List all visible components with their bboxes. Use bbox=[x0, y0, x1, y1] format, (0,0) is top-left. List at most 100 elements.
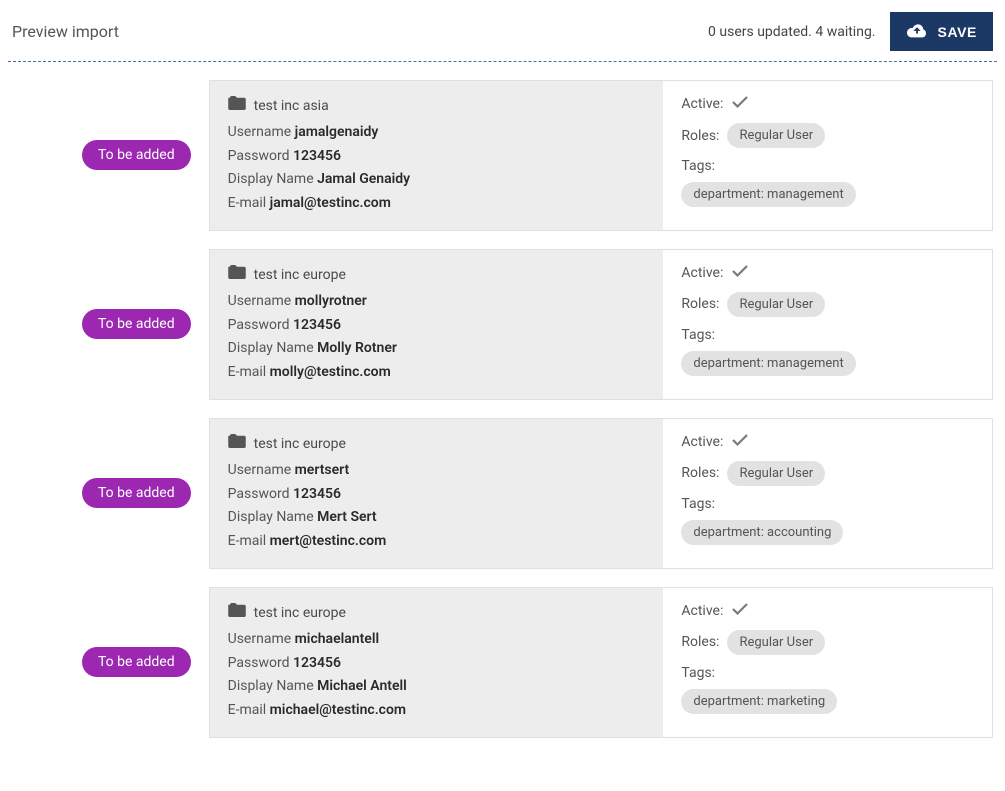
active-label: Active: bbox=[681, 603, 723, 619]
tags-label: Tags: bbox=[681, 496, 974, 512]
card-left: test inc asia Username jamalgenaidy Pass… bbox=[210, 81, 664, 230]
user-row: To be added test inc asia Username jamal… bbox=[12, 80, 993, 231]
password-value: 123456 bbox=[293, 486, 341, 502]
role-pill: Regular User bbox=[727, 292, 825, 317]
password-label: Password bbox=[228, 148, 290, 164]
org-name: test inc asia bbox=[254, 95, 329, 119]
save-button[interactable]: SAVE bbox=[890, 12, 994, 51]
displayname-value: Michael Antell bbox=[317, 678, 407, 694]
active-line: Active: bbox=[681, 95, 974, 113]
displayname-value: Molly Rotner bbox=[317, 340, 397, 356]
username-line: Username jamalgenaidy bbox=[228, 121, 646, 145]
displayname-value: Mert Sert bbox=[317, 509, 377, 525]
org-line: test inc europe bbox=[228, 264, 646, 288]
user-list: To be added test inc asia Username jamal… bbox=[8, 80, 997, 738]
card-right: Active: Roles: Regular User Tags: depart… bbox=[663, 588, 992, 737]
divider bbox=[8, 61, 997, 62]
email-line: E-mail molly@testinc.com bbox=[228, 361, 646, 385]
displayname-line: Display Name Mert Sert bbox=[228, 506, 646, 530]
active-line: Active: bbox=[681, 433, 974, 451]
role-pill: Regular User bbox=[727, 630, 825, 655]
card-left: test inc europe Username mollyrotner Pas… bbox=[210, 250, 664, 399]
password-label: Password bbox=[228, 486, 290, 502]
email-value: michael@testinc.com bbox=[270, 702, 406, 718]
org-name: test inc europe bbox=[254, 602, 346, 626]
card-left: test inc europe Username mertsert Passwo… bbox=[210, 419, 664, 568]
password-line: Password 123456 bbox=[228, 652, 646, 676]
org-line: test inc europe bbox=[228, 602, 646, 626]
role-pill: Regular User bbox=[727, 461, 825, 486]
email-value: molly@testinc.com bbox=[270, 364, 391, 380]
header: Preview import 0 users updated. 4 waitin… bbox=[8, 12, 997, 61]
check-icon bbox=[731, 95, 749, 113]
check-icon bbox=[731, 433, 749, 451]
tag-pill: department: accounting bbox=[681, 520, 843, 545]
status-text: 0 users updated. 4 waiting. bbox=[708, 24, 875, 40]
status-badge: To be added bbox=[82, 140, 191, 170]
username-line: Username mollyrotner bbox=[228, 290, 646, 314]
email-value: mert@testinc.com bbox=[270, 533, 387, 549]
password-value: 123456 bbox=[293, 148, 341, 164]
check-icon bbox=[731, 264, 749, 282]
user-card: test inc europe Username mollyrotner Pas… bbox=[209, 249, 993, 400]
active-label: Active: bbox=[681, 434, 723, 450]
password-label: Password bbox=[228, 655, 290, 671]
email-value: jamal@testinc.com bbox=[270, 195, 391, 211]
email-label: E-mail bbox=[228, 702, 267, 718]
user-row: To be added test inc europe Username mer… bbox=[12, 418, 993, 569]
roles-label: Roles: bbox=[681, 128, 719, 144]
user-card: test inc europe Username michaelantell P… bbox=[209, 587, 993, 738]
status-badge: To be added bbox=[82, 309, 191, 339]
card-left: test inc europe Username michaelantell P… bbox=[210, 588, 664, 737]
active-label: Active: bbox=[681, 96, 723, 112]
roles-line: Roles: Regular User bbox=[681, 461, 974, 486]
username-line: Username michaelantell bbox=[228, 628, 646, 652]
tag-pill: department: management bbox=[681, 351, 855, 376]
card-right: Active: Roles: Regular User Tags: depart… bbox=[663, 250, 992, 399]
check-icon bbox=[731, 602, 749, 620]
email-label: E-mail bbox=[228, 195, 267, 211]
displayname-label: Display Name bbox=[228, 678, 314, 694]
password-value: 123456 bbox=[293, 317, 341, 333]
folder-icon bbox=[228, 433, 246, 457]
card-right: Active: Roles: Regular User Tags: depart… bbox=[663, 419, 992, 568]
tags-block: Tags: department: marketing bbox=[681, 665, 974, 714]
tags-block: Tags: department: accounting bbox=[681, 496, 974, 545]
role-pill: Regular User bbox=[727, 123, 825, 148]
email-line: E-mail michael@testinc.com bbox=[228, 699, 646, 723]
username-value: mollyrotner bbox=[295, 293, 367, 309]
password-line: Password 123456 bbox=[228, 483, 646, 507]
header-right: 0 users updated. 4 waiting. SAVE bbox=[708, 12, 993, 51]
username-value: michaelantell bbox=[295, 631, 379, 647]
password-value: 123456 bbox=[293, 655, 341, 671]
email-label: E-mail bbox=[228, 533, 267, 549]
password-line: Password 123456 bbox=[228, 314, 646, 338]
password-label: Password bbox=[228, 317, 290, 333]
tags-label: Tags: bbox=[681, 327, 974, 343]
username-label: Username bbox=[228, 124, 292, 140]
user-row: To be added test inc europe Username mic… bbox=[12, 587, 993, 738]
user-row: To be added test inc europe Username mol… bbox=[12, 249, 993, 400]
email-line: E-mail mert@testinc.com bbox=[228, 530, 646, 554]
tags-block: Tags: department: management bbox=[681, 327, 974, 376]
username-label: Username bbox=[228, 293, 292, 309]
org-line: test inc asia bbox=[228, 95, 646, 119]
displayname-label: Display Name bbox=[228, 340, 314, 356]
username-value: mertsert bbox=[295, 462, 350, 478]
roles-label: Roles: bbox=[681, 296, 719, 312]
username-value: jamalgenaidy bbox=[295, 124, 379, 140]
username-label: Username bbox=[228, 631, 292, 647]
tag-pill: department: management bbox=[681, 182, 855, 207]
roles-line: Roles: Regular User bbox=[681, 630, 974, 655]
displayname-line: Display Name Jamal Genaidy bbox=[228, 168, 646, 192]
folder-icon bbox=[228, 602, 246, 626]
user-card: test inc asia Username jamalgenaidy Pass… bbox=[209, 80, 993, 231]
username-line: Username mertsert bbox=[228, 459, 646, 483]
roles-line: Roles: Regular User bbox=[681, 292, 974, 317]
org-name: test inc europe bbox=[254, 264, 346, 288]
page-title: Preview import bbox=[12, 22, 119, 41]
tags-block: Tags: department: management bbox=[681, 158, 974, 207]
displayname-line: Display Name Molly Rotner bbox=[228, 337, 646, 361]
roles-line: Roles: Regular User bbox=[681, 123, 974, 148]
status-badge: To be added bbox=[82, 647, 191, 677]
